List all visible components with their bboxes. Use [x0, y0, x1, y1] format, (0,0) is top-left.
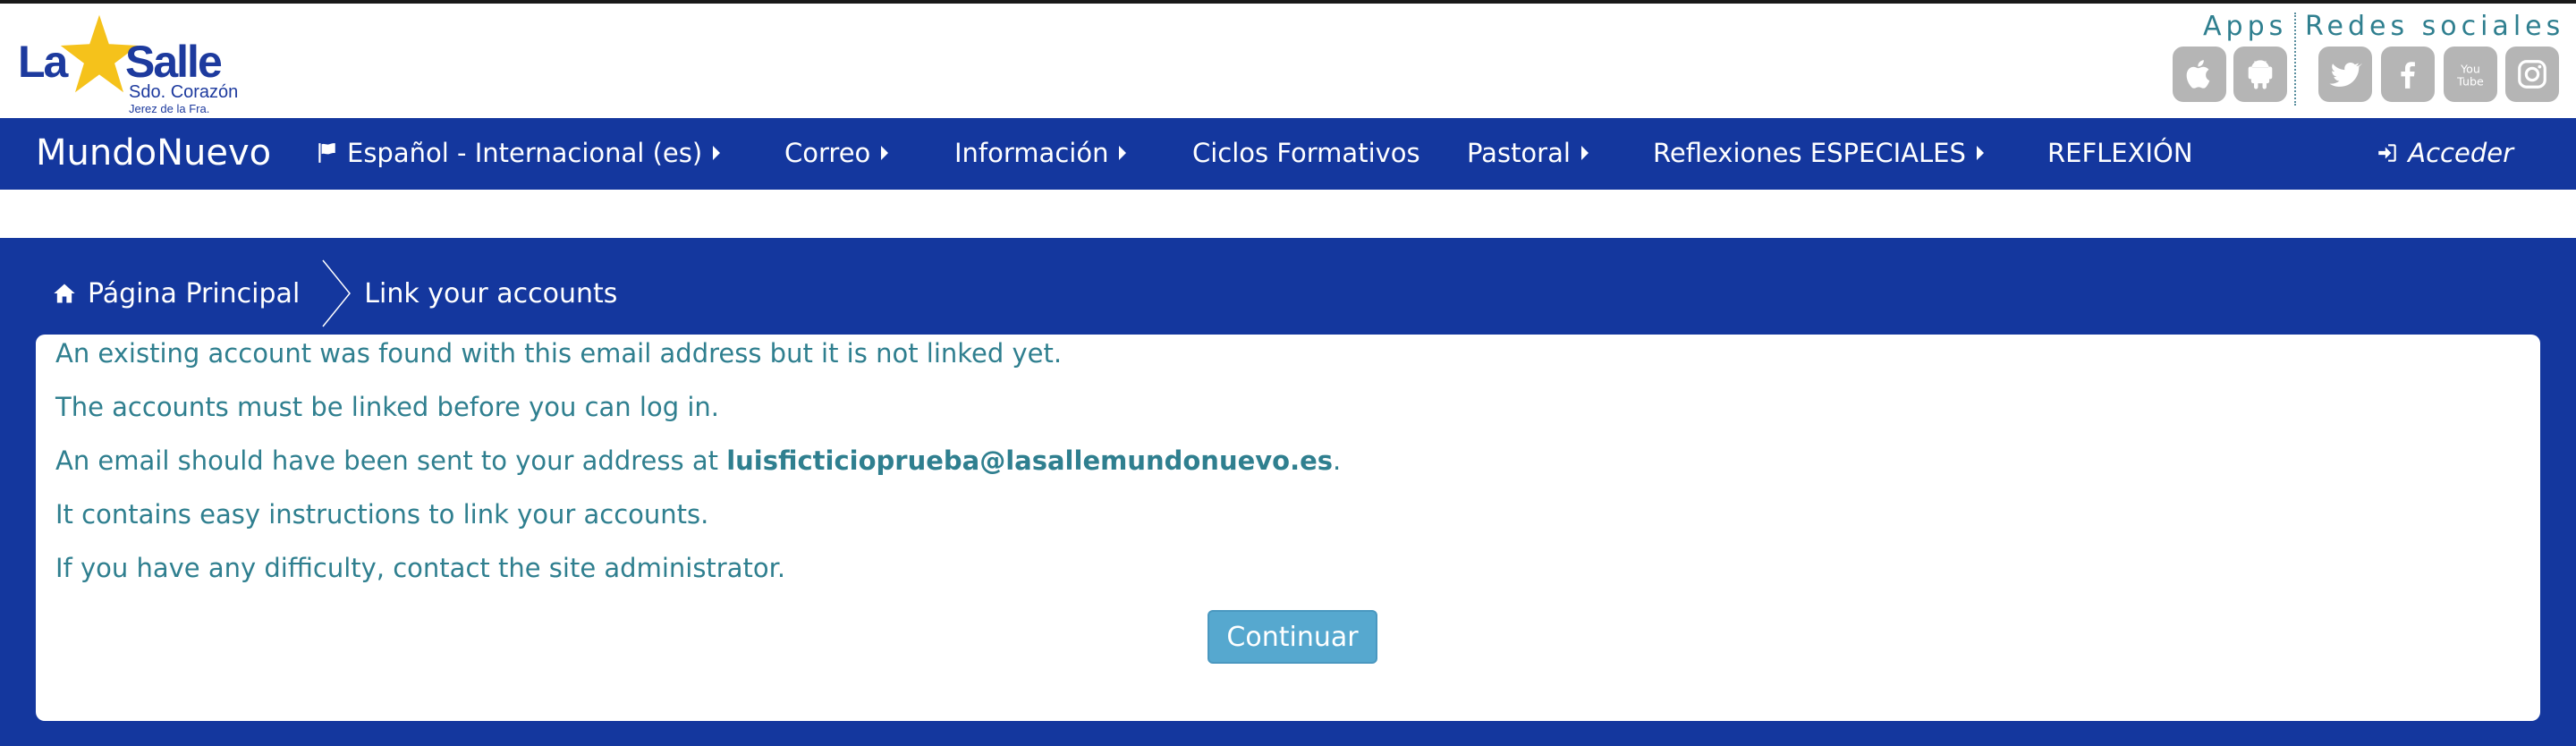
continue-button[interactable]: Continuar	[1208, 610, 1377, 664]
nav-pastoral[interactable]: Pastoral	[1467, 138, 1589, 168]
home-icon	[54, 284, 75, 303]
breadcrumb-home[interactable]: Página Principal	[52, 278, 300, 309]
nav-reflexion-label: REFLEXIÓN	[2047, 138, 2193, 168]
message-line-3-suffix: .	[1333, 445, 1342, 476]
message-line-2: The accounts must be linked before you c…	[55, 392, 719, 422]
sign-in-icon	[2378, 144, 2396, 162]
twitter-icon	[2329, 62, 2362, 87]
nav-language[interactable]: Español - Internacional (es)	[315, 138, 721, 168]
instagram-icon	[2518, 60, 2546, 89]
nav-informacion-label: Información	[954, 138, 1109, 168]
email-address: luisficticioprueba@lasallemundonuevo.es	[726, 445, 1334, 476]
youtube-icon: YouTube	[2456, 62, 2484, 89]
caret-right-icon	[1580, 146, 1589, 160]
lasalle-logo[interactable]: La Salle Sdo. Corazón Jerez de la Fra.	[16, 9, 258, 115]
breadcrumb-separator-icon	[322, 259, 352, 327]
nav-reflexion[interactable]: REFLEXIÓN	[2047, 138, 2193, 168]
nav-correo-label: Correo	[784, 138, 871, 168]
svg-text:Tube: Tube	[2456, 75, 2484, 89]
nav-language-label: Español - Internacional (es)	[347, 138, 703, 168]
nav-ciclos-label: Ciclos Formativos	[1192, 138, 1420, 168]
caret-right-icon	[881, 146, 889, 160]
nav-informacion[interactable]: Información	[954, 138, 1127, 168]
main-navbar: MundoNuevo Español - Internacional (es) …	[0, 118, 2576, 190]
message-line-4: It contains easy instructions to link yo…	[55, 499, 709, 530]
social-label: Redes sociales	[2305, 11, 2565, 42]
logo-subtitle: Sdo. Corazón	[129, 82, 239, 102]
message-card: An existing account was found with this …	[36, 335, 2540, 721]
login-link[interactable]: Acceder	[2376, 138, 2513, 168]
svg-text:You: You	[2460, 62, 2480, 75]
caret-right-icon	[1976, 146, 1984, 160]
android-app-button[interactable]	[2233, 47, 2287, 102]
breadcrumb: Página Principal Link your accounts	[52, 259, 618, 327]
breadcrumb-current: Link your accounts	[364, 277, 618, 309]
facebook-button[interactable]	[2381, 47, 2435, 102]
apps-label: Apps	[2203, 11, 2288, 42]
logo-location: Jerez de la Fra.	[129, 102, 210, 115]
message-line-3: An email should have been sent to your a…	[55, 445, 1341, 476]
message-line-5: If you have any difficulty, contact the …	[55, 553, 786, 583]
nav-correo[interactable]: Correo	[784, 138, 889, 168]
nav-reflexiones-label: Reflexiones ESPECIALES	[1653, 138, 1966, 168]
brand-link[interactable]: MundoNuevo	[36, 132, 271, 174]
site-header: La Salle Sdo. Corazón Jerez de la Fra. A…	[0, 4, 2576, 118]
youtube-button[interactable]: You Tube	[2444, 47, 2497, 102]
apple-icon	[2186, 60, 2210, 89]
nav-pastoral-label: Pastoral	[1467, 138, 1571, 168]
android-icon	[2248, 60, 2273, 89]
logo-la: La	[18, 37, 68, 87]
breadcrumb-home-label: Página Principal	[88, 277, 301, 309]
logo-salle: Salle	[125, 37, 223, 87]
twitter-button[interactable]	[2318, 47, 2372, 102]
header-divider	[2294, 13, 2296, 106]
main-content-band: Página Principal Link your accounts An e…	[0, 238, 2576, 746]
nav-reflexiones-especiales[interactable]: Reflexiones ESPECIALES	[1653, 138, 1984, 168]
login-label: Acceder	[2408, 138, 2513, 168]
caret-right-icon	[713, 146, 721, 160]
facebook-icon	[2401, 62, 2415, 89]
flag-icon	[318, 143, 335, 163]
message-line-1: An existing account was found with this …	[55, 338, 1063, 369]
caret-right-icon	[1119, 146, 1127, 160]
nav-ciclos-formativos[interactable]: Ciclos Formativos	[1192, 138, 1420, 168]
instagram-button[interactable]	[2505, 47, 2559, 102]
apple-app-button[interactable]	[2173, 47, 2226, 102]
message-line-3-prefix: An email should have been sent to your a…	[55, 445, 727, 476]
